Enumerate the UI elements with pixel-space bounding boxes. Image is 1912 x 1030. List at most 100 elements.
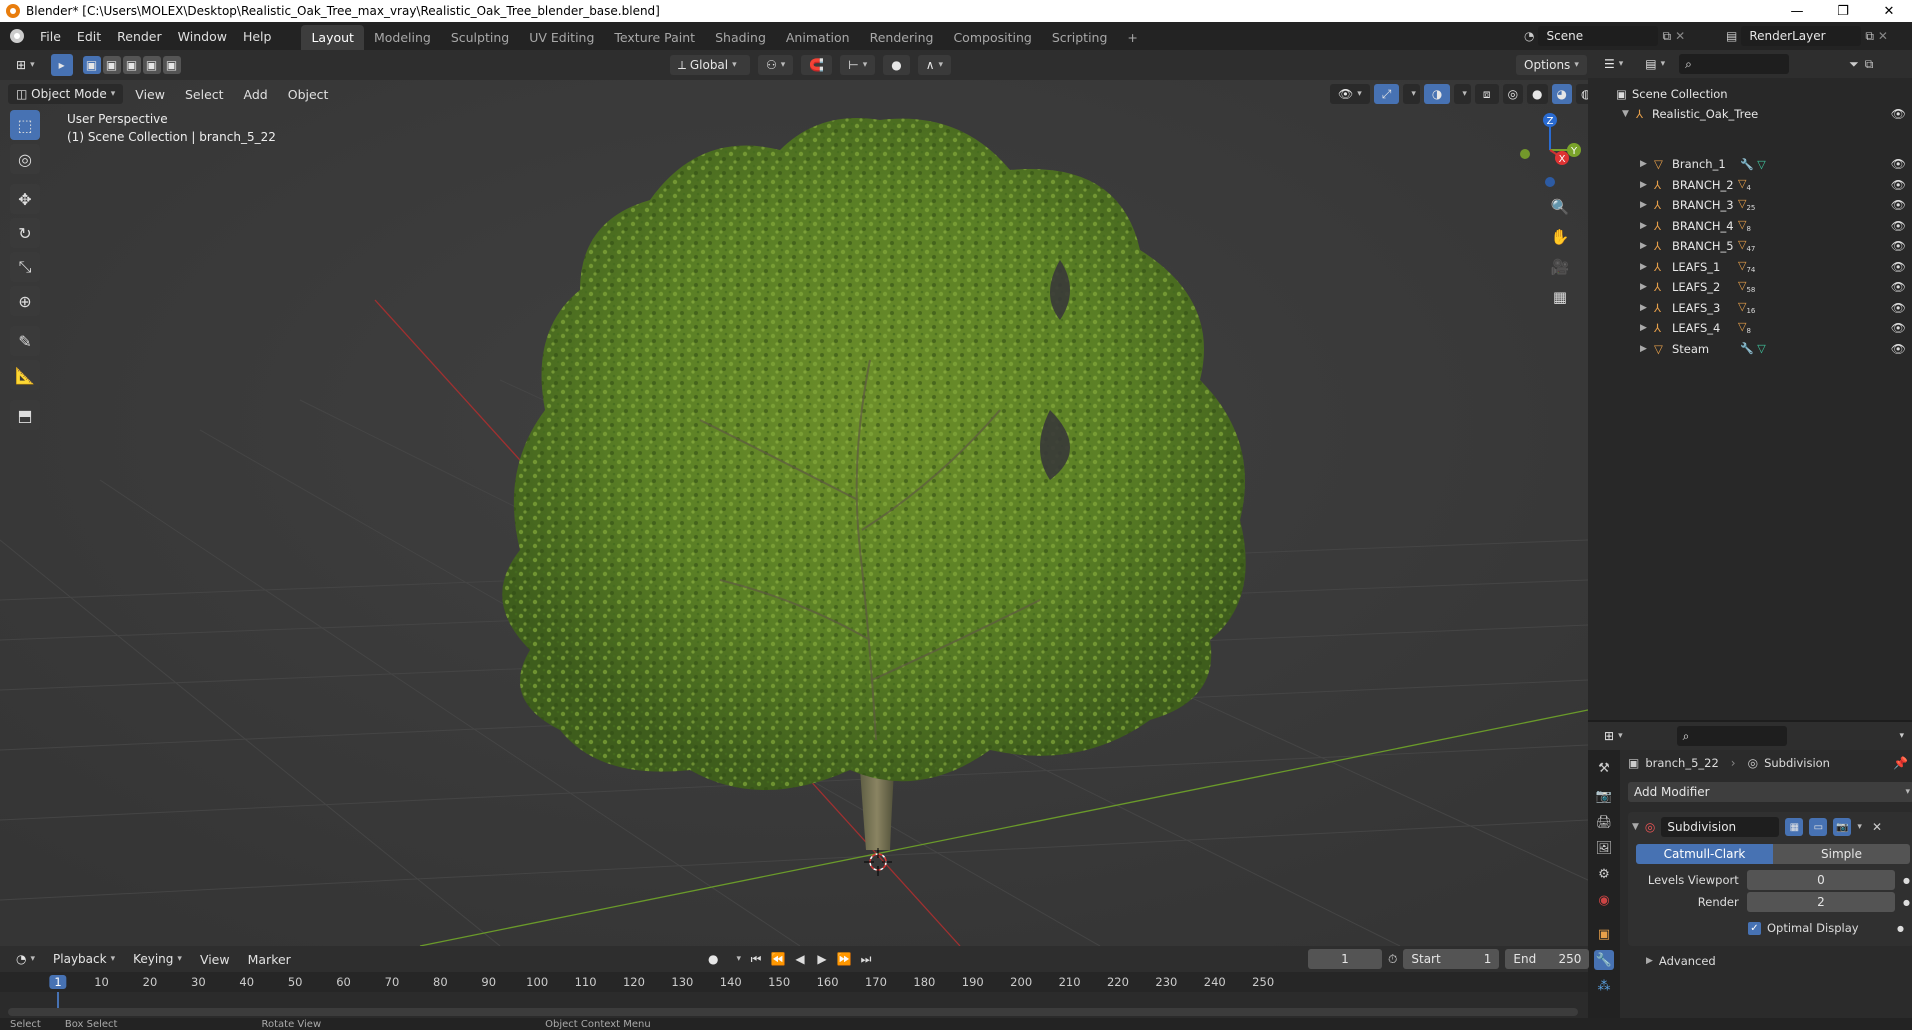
render-levels-field[interactable]: 2 (1746, 892, 1896, 912)
tab-rendering[interactable]: Rendering (860, 25, 944, 50)
keying-dropdown[interactable]: Keying ▾ (125, 949, 190, 969)
visibility-eye-icon[interactable]: 👁 (1891, 219, 1906, 233)
pan-hand-icon[interactable]: ✋ (1546, 223, 1574, 251)
visibility-eye-icon[interactable]: 👁 (1891, 321, 1906, 335)
tab-uv-editing[interactable]: UV Editing (519, 25, 604, 50)
expand-triangle-icon[interactable]: ▶ (1640, 303, 1647, 313)
overlay-toggle[interactable]: ◑ (1423, 84, 1451, 104)
close-button[interactable]: ✕ (1866, 0, 1912, 22)
pin-icon[interactable]: 📌 (1893, 756, 1908, 770)
zoom-icon[interactable]: 🔍 (1546, 193, 1574, 221)
outliner-object-row[interactable]: ▶ ▽ Steam 🔧 ▽ 👁 (1588, 339, 1912, 359)
optimal-display-checkbox[interactable]: ✓ (1748, 921, 1761, 935)
auto-keying-icon[interactable]: ● (700, 949, 726, 969)
display-mode-icon[interactable]: ▤ ▾ (1637, 54, 1673, 74)
expand-triangle-icon[interactable]: ▶ (1640, 344, 1647, 354)
visibility-eye-icon[interactable]: 👁 (1891, 239, 1906, 253)
expand-triangle-icon[interactable]: ▶ (1640, 241, 1647, 251)
outliner-object-row[interactable]: ▶ ⅄ BRANCH_3 ▽25 👁 (1588, 195, 1912, 215)
visibility-eye-icon[interactable]: 👁 (1891, 342, 1906, 356)
pivot-dropdown[interactable]: ⚇ ▾ (758, 55, 794, 75)
tab-animation[interactable]: Animation (776, 25, 860, 50)
camera-view-icon[interactable]: 🎥 (1546, 253, 1574, 281)
view-layer-selector[interactable]: RenderLayer (1741, 26, 1862, 46)
scale-tool-icon[interactable]: ⤡ (10, 252, 40, 282)
select-box-tool-icon[interactable]: ⬚ (10, 110, 40, 140)
playback-dropdown[interactable]: Playback ▾ (45, 949, 123, 969)
auto-keying-dropdown[interactable]: ▾ (730, 949, 743, 969)
minimize-button[interactable]: — (1774, 0, 1820, 22)
annotate-tool-icon[interactable]: ✎ (10, 326, 40, 356)
world-tab-icon[interactable]: ◉ (1594, 890, 1614, 910)
gizmo-neg-y[interactable] (1520, 149, 1530, 159)
remove-view-layer-icon[interactable]: ✕ (1878, 29, 1888, 43)
rotate-tool-icon[interactable]: ↻ (10, 218, 40, 248)
maximize-button[interactable]: ❐ (1820, 0, 1866, 22)
jump-start-icon[interactable]: ⏮ (747, 952, 765, 967)
timeline-menu-view[interactable]: View (192, 952, 238, 967)
snap-toggle[interactable]: 🧲 (801, 55, 833, 75)
solid-shading-icon[interactable]: ● (1527, 84, 1548, 104)
timeline-editor-type-icon[interactable]: ◔ ▾ (8, 949, 43, 969)
viewport-menu-view[interactable]: View (127, 87, 173, 102)
scene-tab-icon[interactable]: ⚙ (1594, 864, 1614, 884)
move-tool-icon[interactable]: ✥ (10, 184, 40, 214)
visibility-eye-icon[interactable]: 👁 (1891, 260, 1906, 274)
keyframe-dot-icon[interactable]: ● (1903, 876, 1910, 885)
tab-modeling[interactable]: Modeling (364, 25, 441, 50)
filter-icon[interactable]: ⏷ (1849, 57, 1859, 72)
catmull-clark-option[interactable]: Catmull-Clark (1636, 844, 1773, 864)
add-cube-tool-icon[interactable]: ⬒ (10, 400, 40, 430)
visibility-eye-icon[interactable]: 👁 (1891, 198, 1906, 212)
object-tab-icon[interactable]: ▣ (1594, 924, 1614, 944)
keyframe-dot-icon-3[interactable]: ● (1897, 924, 1904, 933)
menu-window[interactable]: Window (170, 29, 235, 44)
levels-viewport-field[interactable]: 0 (1746, 870, 1896, 890)
modifier-tab-icon[interactable]: 🔧 (1594, 950, 1614, 970)
output-tab-icon[interactable]: 🖨 (1594, 812, 1614, 832)
modifier-menu-chevron-icon[interactable]: ▾ (1857, 822, 1862, 832)
modifier-name-input[interactable]: Subdivision (1661, 817, 1780, 837)
proportional-edit-toggle[interactable]: ● (883, 55, 910, 75)
tool-tab-icon[interactable]: ⚒ (1594, 758, 1614, 778)
select-subtract-icon[interactable]: ▣ (122, 56, 141, 74)
view-layer-tab-icon[interactable]: 🖼 (1594, 838, 1614, 858)
outliner-scene-collection[interactable]: ▣ Scene Collection (1588, 84, 1912, 104)
expand-triangle-icon[interactable]: ▶ (1640, 262, 1647, 272)
tab-layout[interactable]: Layout (301, 25, 364, 50)
gizmo-toggle[interactable]: ⤢ (1373, 84, 1400, 104)
outliner-object-row[interactable]: ▶ ⅄ LEAFS_2 ▽58 👁 (1588, 277, 1912, 297)
expand-triangle-icon[interactable]: ▶ (1640, 221, 1647, 231)
end-frame-field[interactable]: End 250 (1505, 949, 1590, 969)
visibility-dropdown[interactable]: 👁 ▾ (1330, 84, 1370, 104)
properties-editor-type-icon[interactable]: ⊞ ▾ (1596, 726, 1631, 746)
transform-tool-icon[interactable]: ⊕ (10, 286, 40, 316)
outliner-editor-type-icon[interactable]: ☰ ▾ (1596, 54, 1631, 74)
visibility-eye-icon[interactable]: 👁 (1891, 280, 1906, 294)
outliner-object-row[interactable]: ▶ ⅄ LEAFS_1 ▽74 👁 (1588, 257, 1912, 277)
menu-file[interactable]: File (32, 29, 69, 44)
rendered-shading-icon[interactable]: ◍ (1576, 84, 1588, 104)
viewport-menu-object[interactable]: Object (280, 87, 337, 102)
viewport-menu-select[interactable]: Select (177, 87, 232, 102)
timeline-menu-marker[interactable]: Marker (240, 952, 299, 967)
modifier-collapse-icon[interactable]: ▼ (1632, 822, 1639, 832)
add-modifier-dropdown[interactable]: Add Modifier ▾ (1628, 782, 1912, 802)
viewport-menu-add[interactable]: Add (236, 87, 276, 102)
scene-selector[interactable]: Scene (1538, 26, 1659, 46)
expand-triangle-icon[interactable]: ▶ (1640, 159, 1647, 169)
outliner-object-row[interactable]: ▶ ⅄ BRANCH_4 ▽8 👁 (1588, 216, 1912, 236)
visibility-eye-icon[interactable]: 👁 (1891, 301, 1906, 315)
simple-option[interactable]: Simple (1773, 844, 1910, 864)
start-frame-field[interactable]: Start 1 (1403, 949, 1500, 969)
tab-texture-paint[interactable]: Texture Paint (604, 25, 705, 50)
gizmo-dropdown[interactable]: ▾ (1403, 84, 1420, 104)
outliner-search-input[interactable]: ⌕ (1679, 54, 1790, 74)
select-extend-icon[interactable]: ▣ (102, 56, 121, 74)
render-tab-icon[interactable]: 📷 (1594, 786, 1614, 806)
play-icon[interactable]: ▶ (813, 952, 831, 966)
advanced-subpanel[interactable]: ▶ Advanced (1646, 950, 1908, 972)
outliner-object-row[interactable]: ▶ ⅄ LEAFS_3 ▽16 👁 (1588, 298, 1912, 318)
menu-render[interactable]: Render (109, 29, 170, 44)
tab-shading[interactable]: Shading (705, 25, 776, 50)
